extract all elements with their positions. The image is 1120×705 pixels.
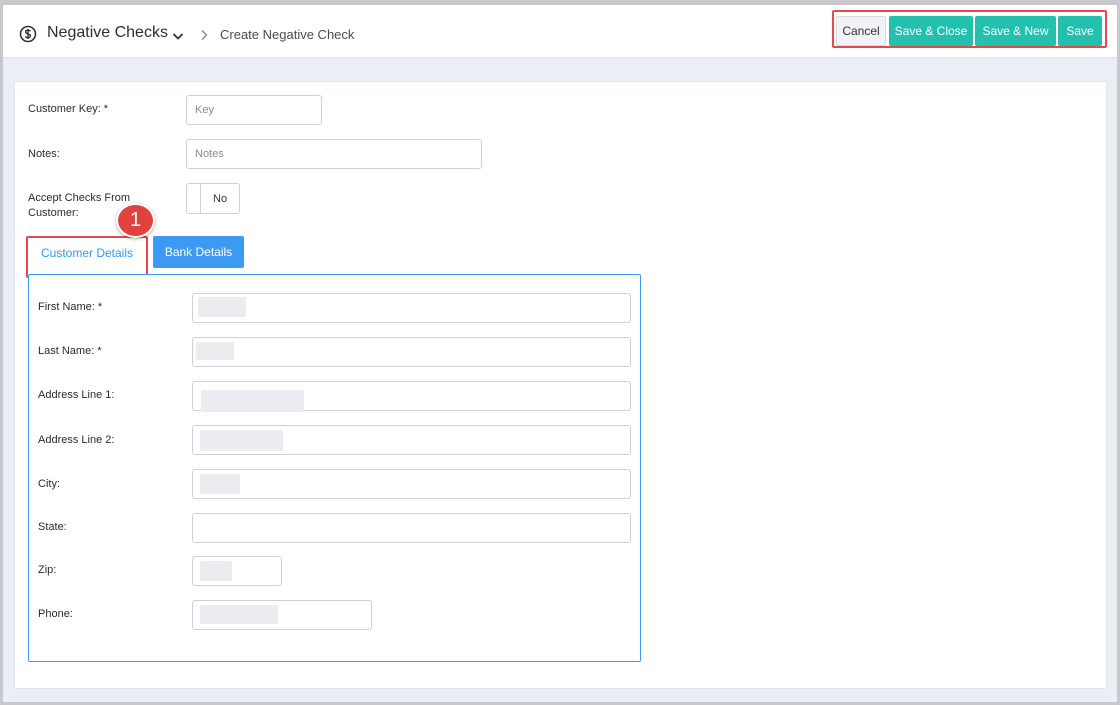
chevron-down-icon[interactable]	[171, 29, 185, 43]
last-name-input[interactable]	[192, 337, 631, 367]
address-line1-label: Address Line 1:	[38, 389, 115, 401]
save-button[interactable]: Save	[1058, 16, 1102, 46]
save-close-button[interactable]: Save & Close	[889, 16, 973, 46]
toggle-value: No	[213, 193, 228, 205]
redacted-value	[200, 430, 283, 451]
tab-customer-details[interactable]: Customer Details	[29, 239, 145, 275]
redacted-value	[200, 474, 240, 494]
state-label: State:	[38, 521, 67, 533]
city-label: City:	[38, 478, 60, 490]
notes-label: Notes:	[28, 148, 60, 160]
first-name-label: First Name: *	[38, 301, 103, 313]
redacted-value	[200, 561, 232, 581]
redacted-value	[198, 297, 246, 317]
callout-badge: 1	[116, 203, 155, 238]
breadcrumb-current: Create Negative Check	[220, 27, 355, 42]
last-name-label: Last Name: *	[38, 345, 102, 357]
accept-checks-label-line2: Customer:	[28, 207, 79, 219]
notes-input[interactable]	[186, 139, 482, 169]
page-title: Negative Checks	[47, 24, 168, 41]
first-name-input[interactable]	[192, 293, 631, 323]
save-new-button[interactable]: Save & New	[975, 16, 1056, 46]
redacted-value	[201, 390, 304, 412]
state-input[interactable]	[192, 513, 631, 543]
zip-label: Zip:	[38, 564, 57, 576]
chevron-right-icon	[201, 30, 208, 40]
cancel-button[interactable]: Cancel	[836, 16, 886, 46]
redacted-value	[196, 342, 234, 360]
accept-checks-toggle[interactable]: No	[186, 183, 240, 214]
tab-bank-details[interactable]: Bank Details	[153, 236, 244, 268]
customer-key-label: Customer Key: *	[28, 103, 109, 115]
customer-key-input[interactable]	[186, 95, 322, 125]
city-input[interactable]	[192, 469, 631, 499]
toggle-knob	[187, 184, 201, 213]
address-line2-label: Address Line 2:	[38, 434, 115, 446]
redacted-value	[200, 605, 278, 624]
accept-checks-label-line1: Accept Checks From	[28, 192, 131, 204]
dollar-circle-icon	[19, 25, 37, 43]
phone-label: Phone:	[38, 608, 73, 620]
